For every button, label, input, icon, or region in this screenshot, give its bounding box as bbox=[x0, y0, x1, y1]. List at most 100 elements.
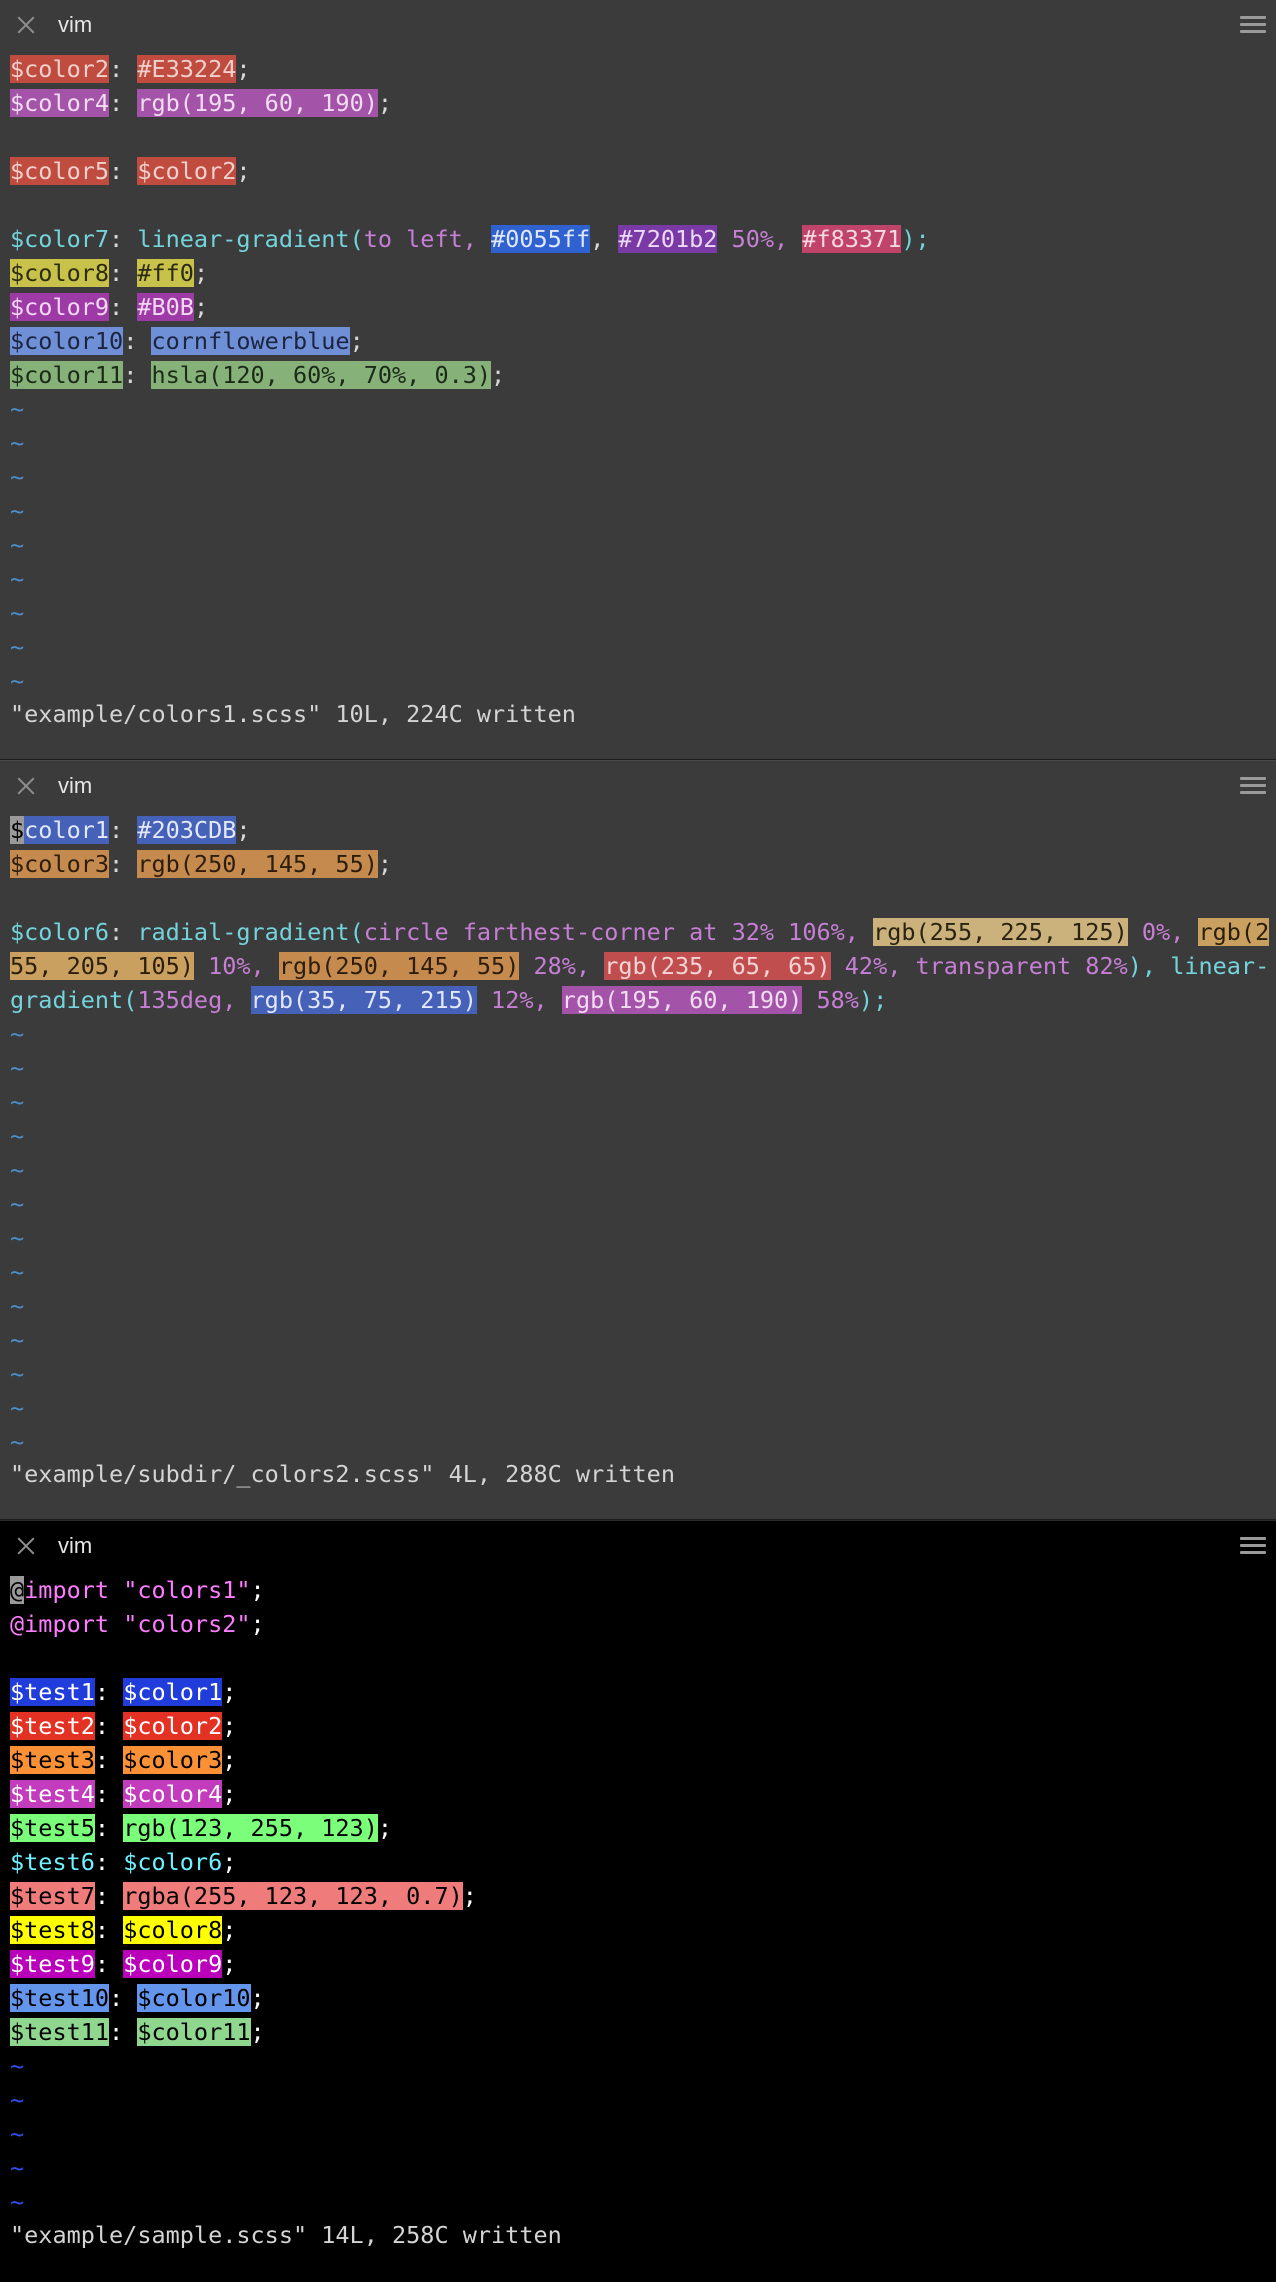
code-token: $color9 bbox=[10, 293, 110, 321]
code-token: ), linear- bbox=[1127, 952, 1270, 980]
tab-title: vim bbox=[58, 773, 93, 798]
code-token: $color11 bbox=[10, 361, 124, 389]
editor-buffer[interactable]: @import "colors1"; @import "colors2"; $tes… bbox=[10, 1573, 1268, 2219]
code-token: gradient( bbox=[10, 986, 138, 1014]
code-token: #f83371 bbox=[802, 225, 902, 253]
code-line: $color11: hsla(120, 60%, 70%, 0.3); bbox=[10, 358, 1268, 392]
code-token: @ bbox=[10, 1576, 25, 1604]
status-message: "example/subdir/_colors2.scss" 4L, 288C … bbox=[10, 1460, 675, 1488]
code-token: : bbox=[109, 89, 138, 117]
code-token: $test7 bbox=[10, 1882, 95, 1910]
empty-line-tilde: ~ bbox=[10, 1054, 25, 1082]
empty-line-tilde: ~ bbox=[10, 1326, 25, 1354]
code-token: : bbox=[94, 1746, 124, 1774]
code-line: $color3: rgb(250, 145, 55); bbox=[10, 847, 1268, 881]
empty-line-tilde: ~ bbox=[10, 667, 25, 695]
code-token: hsla(120, 60%, 70%, 0.3) bbox=[151, 361, 492, 389]
code-token: rgb(2 bbox=[1198, 918, 1270, 946]
code-line: $color7: linear-gradient(to left, #0055f… bbox=[10, 222, 1268, 256]
code-token: ; bbox=[250, 1576, 265, 1604]
vim-pane-colors2[interactable]: vim $color1: #203CDB; $color3: rgb(250, 1… bbox=[0, 760, 1276, 1520]
code-token: rgb(255, 225, 125) bbox=[873, 918, 1128, 946]
empty-line-tilde: ~ bbox=[10, 1258, 25, 1286]
editor-buffer[interactable]: $color1: #203CDB; $color3: rgb(250, 145, … bbox=[10, 813, 1270, 1459]
code-line: $test4: $color4; bbox=[10, 1777, 1268, 1811]
pane-tab-bar: vim bbox=[0, 761, 1276, 811]
code-token: ; bbox=[222, 1712, 237, 1740]
code-token: import bbox=[24, 1576, 124, 1604]
empty-line-tilde: ~ bbox=[10, 395, 25, 423]
code-token: #E33224 bbox=[137, 55, 237, 83]
code-token: $color3 bbox=[10, 850, 110, 878]
hamburger-menu-icon[interactable] bbox=[1240, 777, 1266, 797]
code-token: radial-gradient( bbox=[137, 918, 364, 946]
code-token: "colors1" bbox=[123, 1576, 251, 1604]
code-token: 28%, bbox=[519, 952, 605, 980]
code-token: $color2 bbox=[137, 157, 237, 185]
code-token: $color2 bbox=[10, 55, 110, 83]
code-token: rgba(255, 123, 123, 0.7) bbox=[123, 1882, 463, 1910]
code-token: 42%, transparent 82% bbox=[830, 952, 1128, 980]
hamburger-menu-icon[interactable] bbox=[1240, 16, 1266, 36]
code-token: , bbox=[590, 225, 619, 253]
close-icon[interactable] bbox=[14, 1534, 38, 1558]
code-token: ; bbox=[377, 850, 393, 878]
code-line: $test9: $color9; bbox=[10, 1947, 1268, 1981]
code-token: ; bbox=[377, 89, 393, 117]
code-token: : bbox=[123, 361, 152, 389]
empty-line-tilde: ~ bbox=[10, 1088, 25, 1116]
empty-line-tilde: ~ bbox=[10, 463, 25, 491]
empty-line-tilde: ~ bbox=[10, 1428, 25, 1456]
editor-buffer[interactable]: $color2: #E33224; $color4: rgb(195, 60, 1… bbox=[10, 52, 1268, 698]
close-icon[interactable] bbox=[14, 774, 38, 798]
empty-line-tilde: ~ bbox=[10, 633, 25, 661]
code-token: "colors2" bbox=[123, 1610, 251, 1638]
code-line: $color6: radial-gradient(circle farthest… bbox=[10, 915, 1270, 949]
code-token: ; bbox=[222, 1848, 237, 1876]
empty-line-tilde: ~ bbox=[10, 1020, 25, 1048]
hamburger-menu-icon[interactable] bbox=[1240, 1537, 1266, 1557]
vim-pane-colors1[interactable]: vim $color2: #E33224; $color4: rgb(195, 6… bbox=[0, 0, 1276, 760]
code-token: $test4 bbox=[10, 1780, 95, 1808]
close-icon[interactable] bbox=[14, 13, 38, 37]
empty-line-tilde: ~ bbox=[10, 2154, 25, 2182]
code-token: #7201b2 bbox=[618, 225, 718, 253]
code-token: ; bbox=[222, 1916, 237, 1944]
code-token: : bbox=[109, 55, 138, 83]
code-token: : bbox=[109, 259, 138, 287]
code-token: : bbox=[94, 1712, 124, 1740]
code-token: ; bbox=[236, 55, 251, 83]
empty-line-tilde: ~ bbox=[10, 2052, 25, 2080]
code-line: @import "colors2"; bbox=[10, 1607, 1268, 1641]
code-token: 10%, bbox=[193, 952, 279, 980]
code-token: rgb(123, 255, 123) bbox=[123, 1814, 378, 1842]
code-line: @import "colors1"; bbox=[10, 1573, 1268, 1607]
code-line: $color8: #ff0; bbox=[10, 256, 1268, 290]
code-token: $color5 bbox=[10, 157, 110, 185]
code-token: rgb(35, 75, 215) bbox=[250, 986, 477, 1014]
code-token: $ bbox=[10, 816, 25, 844]
code-token: : bbox=[109, 225, 138, 253]
code-token: : bbox=[94, 1882, 124, 1910]
code-token: : bbox=[94, 1780, 124, 1808]
code-token: 0%, bbox=[1127, 918, 1199, 946]
empty-line-tilde: ~ bbox=[10, 1360, 25, 1388]
empty-line-tilde: ~ bbox=[10, 1190, 25, 1218]
empty-line-tilde: ~ bbox=[10, 1122, 25, 1150]
code-token: cornflowerblue bbox=[151, 327, 350, 355]
code-token: rgb(250, 145, 55) bbox=[137, 850, 378, 878]
vim-pane-sample[interactable]: vim @import "colors1"; @import "colors2";… bbox=[0, 1520, 1276, 2282]
code-token: ; bbox=[236, 157, 251, 185]
code-token: 50%, bbox=[717, 225, 803, 253]
empty-line-tilde: ~ bbox=[10, 1292, 25, 1320]
empty-line-tilde: ~ bbox=[10, 565, 25, 593]
code-token: : bbox=[94, 1814, 124, 1842]
code-token: ; bbox=[193, 259, 209, 287]
code-token: ; bbox=[377, 1814, 393, 1842]
code-line: $color9: #B0B; bbox=[10, 290, 1268, 324]
code-token: $test11 bbox=[10, 2018, 110, 2046]
empty-line-tilde: ~ bbox=[10, 599, 25, 627]
